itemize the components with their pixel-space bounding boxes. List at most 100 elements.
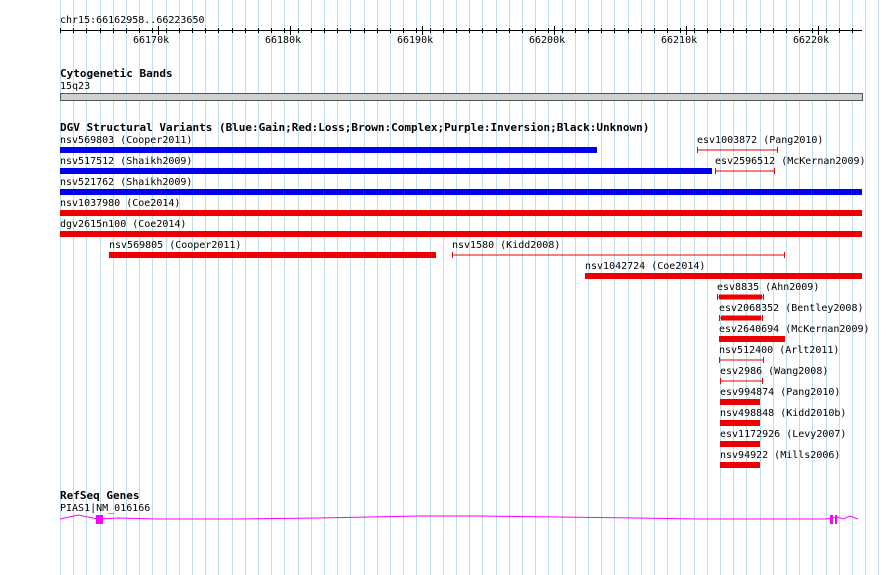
variant-bar-nsv517512[interactable] <box>60 168 712 174</box>
grid-line <box>364 0 365 575</box>
variant-label-nsv569805: nsv569805 (Cooper2011) <box>109 240 242 251</box>
dgv-track-title[interactable]: DGV Structural Variants (Blue:Gain;Red:L… <box>60 122 649 134</box>
grid-line <box>416 0 417 575</box>
variant-bar-nsv94922[interactable] <box>720 462 760 468</box>
ruler-tick <box>60 28 61 33</box>
variant-bar-nsv512400[interactable] <box>719 356 765 364</box>
ruler-tick <box>324 28 325 33</box>
variant-bar-esv2596512[interactable] <box>715 167 776 175</box>
ruler-tick <box>720 28 721 33</box>
cytoband-track-title[interactable]: Cytogenetic Bands <box>60 68 173 80</box>
variant-bar-nsv1580[interactable] <box>452 251 786 259</box>
variant-bar-nsv1037980[interactable] <box>60 210 862 216</box>
cytoband-label: 15q23 <box>60 81 91 92</box>
grid-line <box>535 0 536 575</box>
grid-line <box>377 0 378 575</box>
variant-label-esv1003872: esv1003872 (Pang2010) <box>697 135 824 146</box>
ruler-tick <box>535 28 536 33</box>
variant-label-nsv517512: nsv517512 (Shaikh2009) <box>60 156 193 167</box>
ruler-tick <box>126 28 127 33</box>
grid-line <box>218 0 219 575</box>
ruler-tick <box>680 28 681 33</box>
variant-label-nsv521762: nsv521762 (Shaikh2009) <box>60 177 193 188</box>
variant-bar-esv994874[interactable] <box>720 399 760 405</box>
grid-line <box>337 0 338 575</box>
ruler-tick <box>73 28 74 33</box>
grid-line <box>575 0 576 575</box>
ruler-tick <box>443 28 444 33</box>
ruler-tick <box>628 28 629 33</box>
grid-line <box>311 0 312 575</box>
variant-bar-nsv569803[interactable] <box>60 147 597 153</box>
grid-line <box>509 0 510 575</box>
variant-bar-dgv2615n100[interactable] <box>60 231 862 237</box>
ruler-tick <box>654 28 655 33</box>
grid-line <box>496 0 497 575</box>
grid-line <box>139 0 140 575</box>
variant-bar-nsv498848[interactable] <box>720 420 760 426</box>
ruler-tick <box>694 28 695 33</box>
variant-label-esv8835: esv8835 (Ahn2009) <box>717 282 820 293</box>
ruler-tick <box>562 28 563 33</box>
variant-label-nsv1042724: nsv1042724 (Coe2014) <box>585 261 706 272</box>
variant-bar-esv2986[interactable] <box>720 377 764 385</box>
grid-line <box>443 0 444 575</box>
ruler-tick <box>205 28 206 33</box>
ruler-tick <box>364 28 365 33</box>
ruler-tick <box>773 28 774 33</box>
grid-line <box>192 0 193 575</box>
ruler-tick <box>707 28 708 33</box>
ruler-major-tick <box>158 26 159 35</box>
variant-label-nsv94922: nsv94922 (Mills2006) <box>720 450 841 461</box>
ruler-tick-label: 66170k <box>133 35 170 46</box>
ruler-tick <box>390 28 391 33</box>
variant-label-nsv512400: nsv512400 (Arlt2011) <box>719 345 840 356</box>
grid-line <box>548 0 549 575</box>
ruler-tick <box>509 28 510 33</box>
cytoband-bar[interactable] <box>60 93 863 101</box>
grid-line <box>878 0 879 575</box>
ruler-tick <box>271 28 272 33</box>
ruler-tick <box>232 28 233 33</box>
grid-line <box>271 0 272 575</box>
grid-line <box>667 0 668 575</box>
variant-bar-esv2068352[interactable] <box>719 314 764 322</box>
ruler-tick <box>337 28 338 33</box>
variant-bar-esv1172926[interactable] <box>720 441 760 447</box>
ruler-tick <box>839 28 840 33</box>
grid-line <box>324 0 325 575</box>
variant-label-nsv498848: nsv498848 (Kidd2010b) <box>720 408 847 419</box>
grid-line <box>707 0 708 575</box>
ruler-position-label: chr15:66162958..66223650 <box>60 15 205 26</box>
ruler-tick <box>377 28 378 33</box>
grid-line <box>865 0 866 575</box>
ruler-axis-line <box>60 30 862 31</box>
ruler-tick <box>284 28 285 33</box>
ruler-tick <box>496 28 497 33</box>
grid-line <box>390 0 391 575</box>
variant-bar-nsv521762[interactable] <box>60 189 862 195</box>
ruler-major-tick <box>554 26 555 35</box>
variant-label-esv1172926: esv1172926 (Levy2007) <box>720 429 847 440</box>
ruler-tick-label: 66220k <box>793 35 830 46</box>
variant-bar-esv2640694[interactable] <box>719 336 785 342</box>
grid-line <box>430 0 431 575</box>
variant-bar-nsv569805[interactable] <box>109 252 436 258</box>
grid-line <box>245 0 246 575</box>
ruler-tick <box>522 28 523 33</box>
grid-line <box>166 0 167 575</box>
gene-model-pias1[interactable] <box>58 511 864 527</box>
ruler-tick <box>350 28 351 33</box>
variant-label-esv994874: esv994874 (Pang2010) <box>720 387 841 398</box>
variant-bar-esv1003872[interactable] <box>697 146 779 154</box>
refseq-track-title[interactable]: RefSeq Genes <box>60 490 139 502</box>
ruler-tick <box>100 28 101 33</box>
ruler-tick <box>166 28 167 33</box>
ruler-tick <box>416 28 417 33</box>
variant-label-esv2068352: esv2068352 (Bentley2008) <box>719 303 864 314</box>
grid-line <box>852 0 853 575</box>
variant-bar-nsv1042724[interactable] <box>585 273 862 279</box>
grid-line <box>522 0 523 575</box>
variant-bar-esv8835[interactable] <box>717 293 765 301</box>
variant-label-esv2986: esv2986 (Wang2008) <box>720 366 829 377</box>
